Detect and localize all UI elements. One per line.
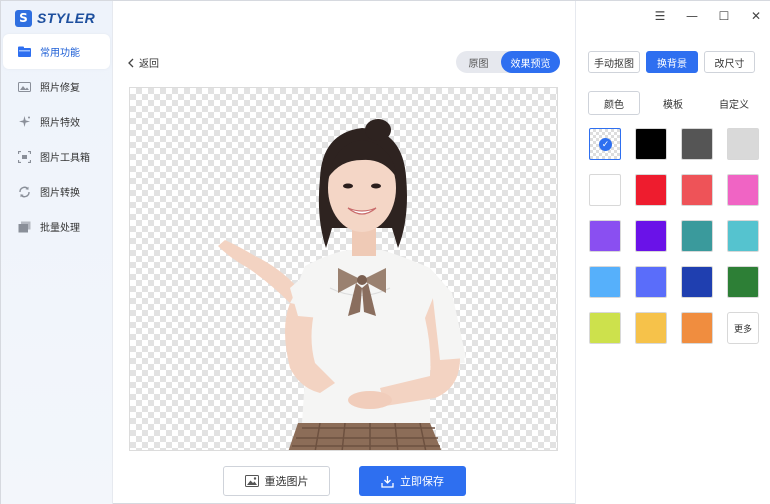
preview-view-button[interactable]: 效果预览	[501, 51, 560, 73]
menu-icon[interactable]: ☰	[654, 9, 666, 23]
save-label: 立即保存	[400, 475, 444, 488]
color-swatch[interactable]	[635, 312, 667, 344]
color-swatch[interactable]	[589, 174, 621, 206]
logo-mark: S	[15, 9, 32, 27]
color-swatch-transparent[interactable]: ✓	[589, 128, 621, 160]
image-icon	[244, 475, 259, 487]
sidebar-item-photo-repair[interactable]: 照片修复	[3, 69, 110, 104]
tool-buttons: 手动抠图 换背景 改尺寸	[588, 51, 755, 73]
maximize-icon[interactable]: ☐	[718, 9, 730, 23]
image-canvas[interactable]	[129, 87, 558, 451]
change-background-button[interactable]: 换背景	[646, 51, 698, 73]
toolbox-icon	[18, 150, 31, 163]
sparkle-icon	[19, 115, 30, 127]
color-swatch[interactable]	[727, 128, 759, 160]
convert-icon	[19, 186, 30, 197]
manual-cutout-button[interactable]: 手动抠图	[588, 51, 640, 73]
color-swatch[interactable]	[635, 174, 667, 206]
color-swatch[interactable]	[635, 266, 667, 298]
sidebar-item-convert[interactable]: 图片转换	[3, 174, 110, 209]
color-swatch[interactable]	[681, 312, 713, 344]
resize-button[interactable]: 改尺寸	[704, 51, 755, 73]
color-swatch[interactable]	[589, 312, 621, 344]
save-now-button[interactable]: 立即保存	[359, 466, 466, 496]
color-swatch[interactable]	[681, 128, 713, 160]
original-view-button[interactable]: 原图	[456, 51, 501, 73]
batch-icon	[18, 221, 31, 232]
download-icon	[381, 475, 394, 488]
tab-template[interactable]: 模板	[640, 91, 706, 115]
color-swatch[interactable]	[589, 266, 621, 298]
background-subtabs: 颜色 模板 自定义	[588, 91, 762, 115]
sidebar-item-toolbox[interactable]: 图片工具箱	[3, 139, 110, 174]
color-swatch[interactable]	[681, 174, 713, 206]
color-swatch-grid: ✓ 更多	[589, 128, 765, 344]
sidebar-item-label: 图片工具箱	[40, 153, 90, 164]
sidebar-item-photo-effects[interactable]: 照片特效	[3, 104, 110, 139]
settings-panel: ☰ — ☐ ✕ 手动抠图 换背景 改尺寸 颜色 模板 自定义 ✓ 更多	[575, 1, 770, 504]
sidebar-item-label: 照片修复	[40, 83, 80, 94]
sidebar-nav: 常用功能 照片修复 照片特效 图片工具箱 图片转换 批量处理	[3, 34, 110, 244]
back-label: 返回	[139, 59, 159, 70]
sidebar-item-label: 照片特效	[40, 118, 80, 129]
subject-cutout-image	[218, 119, 466, 450]
main-area: 返回 原图 效果预览 重选图片 立即保存	[113, 1, 575, 504]
color-swatch[interactable]	[589, 220, 621, 252]
photo-repair-icon	[18, 81, 31, 92]
color-swatch[interactable]	[681, 220, 713, 252]
color-swatch[interactable]	[727, 266, 759, 298]
color-swatch[interactable]	[681, 266, 713, 298]
app-window: S STYLER 常用功能 照片修复 照片特效 图片工具箱 图片转换 批量处理 …	[0, 0, 770, 504]
sidebar-item-common[interactable]: 常用功能	[3, 34, 110, 69]
more-colors-button[interactable]: 更多	[727, 312, 759, 344]
app-name: STYLER	[37, 10, 96, 26]
back-button[interactable]: 返回	[127, 55, 159, 70]
color-swatch[interactable]	[635, 128, 667, 160]
tab-color[interactable]: 颜色	[588, 91, 640, 115]
color-swatch[interactable]	[635, 220, 667, 252]
view-toggle: 原图 效果预览	[456, 51, 560, 73]
window-controls: ☰ — ☐ ✕	[654, 9, 762, 23]
sidebar-item-label: 批量处理	[40, 223, 80, 234]
check-icon: ✓	[599, 138, 612, 151]
reselect-label: 重选图片	[264, 475, 309, 488]
sidebar: S STYLER 常用功能 照片修复 照片特效 图片工具箱 图片转换 批量处理	[1, 1, 113, 504]
reselect-image-button[interactable]: 重选图片	[223, 466, 330, 496]
app-logo: S STYLER	[15, 9, 95, 27]
color-swatch[interactable]	[727, 220, 759, 252]
folder-icon	[18, 46, 31, 57]
sidebar-item-label: 常用功能	[40, 48, 80, 59]
chevron-left-icon	[128, 58, 134, 67]
tab-custom[interactable]: 自定义	[706, 91, 762, 115]
sidebar-item-label: 图片转换	[40, 188, 80, 199]
minimize-icon[interactable]: —	[686, 9, 698, 23]
close-icon[interactable]: ✕	[750, 9, 762, 23]
sidebar-item-batch[interactable]: 批量处理	[3, 209, 110, 244]
color-swatch[interactable]	[727, 174, 759, 206]
